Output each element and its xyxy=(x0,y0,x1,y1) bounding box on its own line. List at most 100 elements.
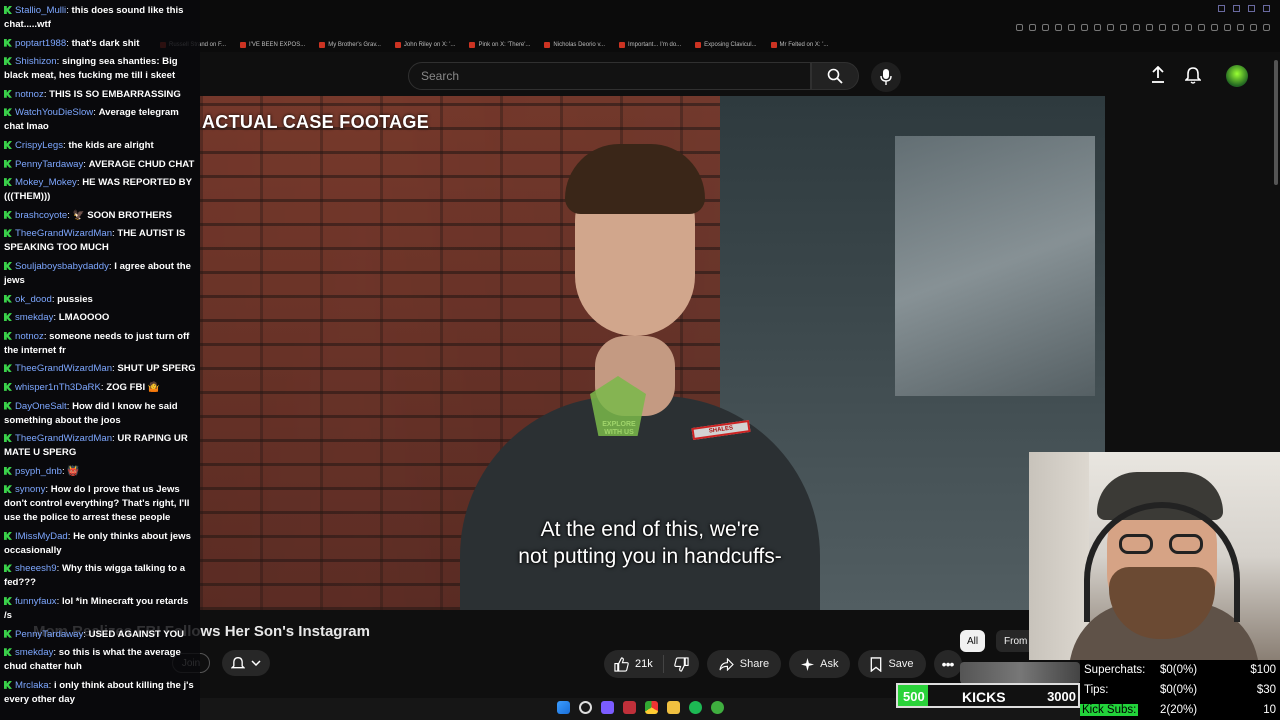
like-dislike-group: 21k xyxy=(604,650,699,678)
chat-text: 🦅 SOON BROTHERS xyxy=(72,209,172,221)
kick-subs-row: Kick Subs: 2(20%) 10 xyxy=(1080,700,1280,720)
extension-icon[interactable] xyxy=(1263,24,1270,31)
extension-icon[interactable] xyxy=(1081,24,1088,31)
chat-username[interactable]: IMissMyDad xyxy=(15,531,73,542)
search-icon[interactable] xyxy=(579,701,592,714)
chat-username[interactable]: TheeGrandWizardMan xyxy=(15,363,117,374)
xbox-icon[interactable] xyxy=(711,701,724,714)
recommended-video-thumbnail[interactable] xyxy=(960,662,1080,684)
chrome-icon[interactable] xyxy=(645,701,658,714)
extension-icon[interactable] xyxy=(1159,24,1166,31)
bookmark-item[interactable]: Pink on X: 'There'... xyxy=(469,38,530,52)
streamer-webcam xyxy=(1029,452,1280,660)
maximize-icon[interactable] xyxy=(1248,5,1255,12)
chat-username[interactable]: WatchYouDieSlow xyxy=(15,107,99,118)
bookmark-item[interactable]: I'VE BEEN EXPOS... xyxy=(240,38,305,52)
chat-username[interactable]: poptart1988 xyxy=(15,38,72,49)
chat-username[interactable]: PennyTardaway xyxy=(15,159,89,170)
chat-username[interactable]: smekday xyxy=(15,647,59,658)
chat-username[interactable]: smekday xyxy=(15,312,59,323)
share-button[interactable]: Share xyxy=(706,650,782,678)
chat-username[interactable]: CrispyLegs xyxy=(15,140,68,151)
dislike-button[interactable] xyxy=(664,656,699,672)
chat-username[interactable]: Souljaboysbabydaddy xyxy=(15,261,114,272)
extension-icon[interactable] xyxy=(1146,24,1153,31)
account-avatar[interactable] xyxy=(1226,65,1248,87)
extension-icon[interactable] xyxy=(1185,24,1192,31)
search-icon[interactable] xyxy=(1218,5,1225,12)
chat-username[interactable]: synony xyxy=(15,484,51,495)
app-icon[interactable] xyxy=(623,701,636,714)
close-icon[interactable] xyxy=(1263,5,1270,12)
bookmark-item[interactable]: Exposing Clavicul... xyxy=(695,38,756,52)
chat-message: sheeesh9Why this wigga talking to a fed?… xyxy=(4,562,196,590)
kick-badge-icon xyxy=(4,6,12,14)
chat-username[interactable]: brashcoyote xyxy=(15,210,73,221)
extension-icon[interactable] xyxy=(1172,24,1179,31)
bookmark-item[interactable]: John Riley on X: '... xyxy=(395,38,456,52)
chat-username[interactable]: whisper1nTh3DaRK xyxy=(15,382,106,393)
extension-icon[interactable] xyxy=(1224,24,1231,31)
extension-icon[interactable] xyxy=(1133,24,1140,31)
search-input[interactable]: Search xyxy=(408,62,811,90)
chat-username[interactable]: TheeGrandWizardMan xyxy=(15,228,117,239)
kick-badge-icon xyxy=(4,485,12,494)
chat-username[interactable]: ok_dood xyxy=(15,294,57,305)
extension-icon[interactable] xyxy=(1250,24,1257,31)
bookmark-item[interactable]: Nicholas Deorio v... xyxy=(544,38,605,52)
bookmarks-bar: Russell Strand on F...I'VE BEEN EXPOS...… xyxy=(160,38,828,52)
chat-username[interactable]: funnyfaux xyxy=(15,596,62,607)
extension-icon[interactable] xyxy=(1094,24,1101,31)
create-upload-icon[interactable] xyxy=(1150,65,1166,89)
extension-icon[interactable] xyxy=(1107,24,1114,31)
more-actions-button[interactable]: ••• xyxy=(933,650,962,678)
discord-icon[interactable] xyxy=(601,701,614,714)
bookmark-item[interactable]: My Brother's Grav... xyxy=(319,38,381,52)
chat-username[interactable]: PennyTardaway xyxy=(15,629,89,640)
extension-icon[interactable] xyxy=(1120,24,1127,31)
chat-username[interactable]: notnoz xyxy=(15,89,49,100)
extension-icon[interactable] xyxy=(1068,24,1075,31)
spotify-icon[interactable] xyxy=(689,701,702,714)
search-button[interactable] xyxy=(811,62,859,90)
filter-chip-all[interactable]: All xyxy=(960,630,986,652)
extension-icon[interactable] xyxy=(1237,24,1244,31)
extension-icon[interactable] xyxy=(1055,24,1062,31)
chat-username[interactable]: notnoz xyxy=(15,331,49,342)
chat-username[interactable]: psyph_dnb xyxy=(15,466,67,477)
kicks-goal: 3000 xyxy=(1047,689,1076,704)
chat-username[interactable]: sheeesh9 xyxy=(15,563,62,574)
chat-username[interactable]: Mokey_Mokey xyxy=(15,177,82,188)
save-button[interactable]: Save xyxy=(858,650,926,678)
ask-button[interactable]: Ask xyxy=(789,650,851,678)
chat-message: funnyfauxlol *in Minecraft you retards /… xyxy=(4,595,196,623)
chat-username[interactable]: Mrclaka xyxy=(15,680,54,691)
tips-goal: $30 xyxy=(1256,684,1276,696)
like-button[interactable]: 21k xyxy=(604,655,664,673)
kick-badge-icon xyxy=(4,38,12,47)
bookmark-item[interactable]: Important... I'm do... xyxy=(619,38,681,52)
extension-icon[interactable] xyxy=(1029,24,1036,31)
chat-username[interactable]: DayOneSalt xyxy=(15,401,72,412)
extension-icon[interactable] xyxy=(1211,24,1218,31)
windows-start-icon[interactable] xyxy=(557,701,570,714)
chat-username[interactable]: Shishizon xyxy=(15,56,62,67)
voice-search-button[interactable] xyxy=(871,62,901,92)
kick-badge-icon xyxy=(4,261,12,270)
kicks-goal-bar: 500 KICKS 3000 xyxy=(896,683,1080,708)
search-icon xyxy=(827,68,843,84)
notifications-bell-icon[interactable] xyxy=(1184,66,1202,89)
chat-message: poptart1988that's dark shit xyxy=(4,37,196,51)
video-player[interactable]: EXPLORE WITH US SHALES ACTUAL CASE FOOTA… xyxy=(200,96,1105,610)
subscription-bell-button[interactable] xyxy=(222,650,270,676)
chat-username[interactable]: TheeGrandWizardMan xyxy=(15,433,117,444)
chat-text: pussies xyxy=(57,293,93,305)
file-explorer-icon[interactable] xyxy=(667,701,680,714)
extension-icon[interactable] xyxy=(1198,24,1205,31)
extension-icon[interactable] xyxy=(1016,24,1023,31)
chat-username[interactable]: Stallio_Mulli xyxy=(15,5,72,16)
minimize-icon[interactable] xyxy=(1233,5,1240,12)
page-scrollbar[interactable] xyxy=(1274,60,1278,185)
bookmark-item[interactable]: Mr Felted on X: '... xyxy=(771,38,829,52)
extension-icon[interactable] xyxy=(1042,24,1049,31)
